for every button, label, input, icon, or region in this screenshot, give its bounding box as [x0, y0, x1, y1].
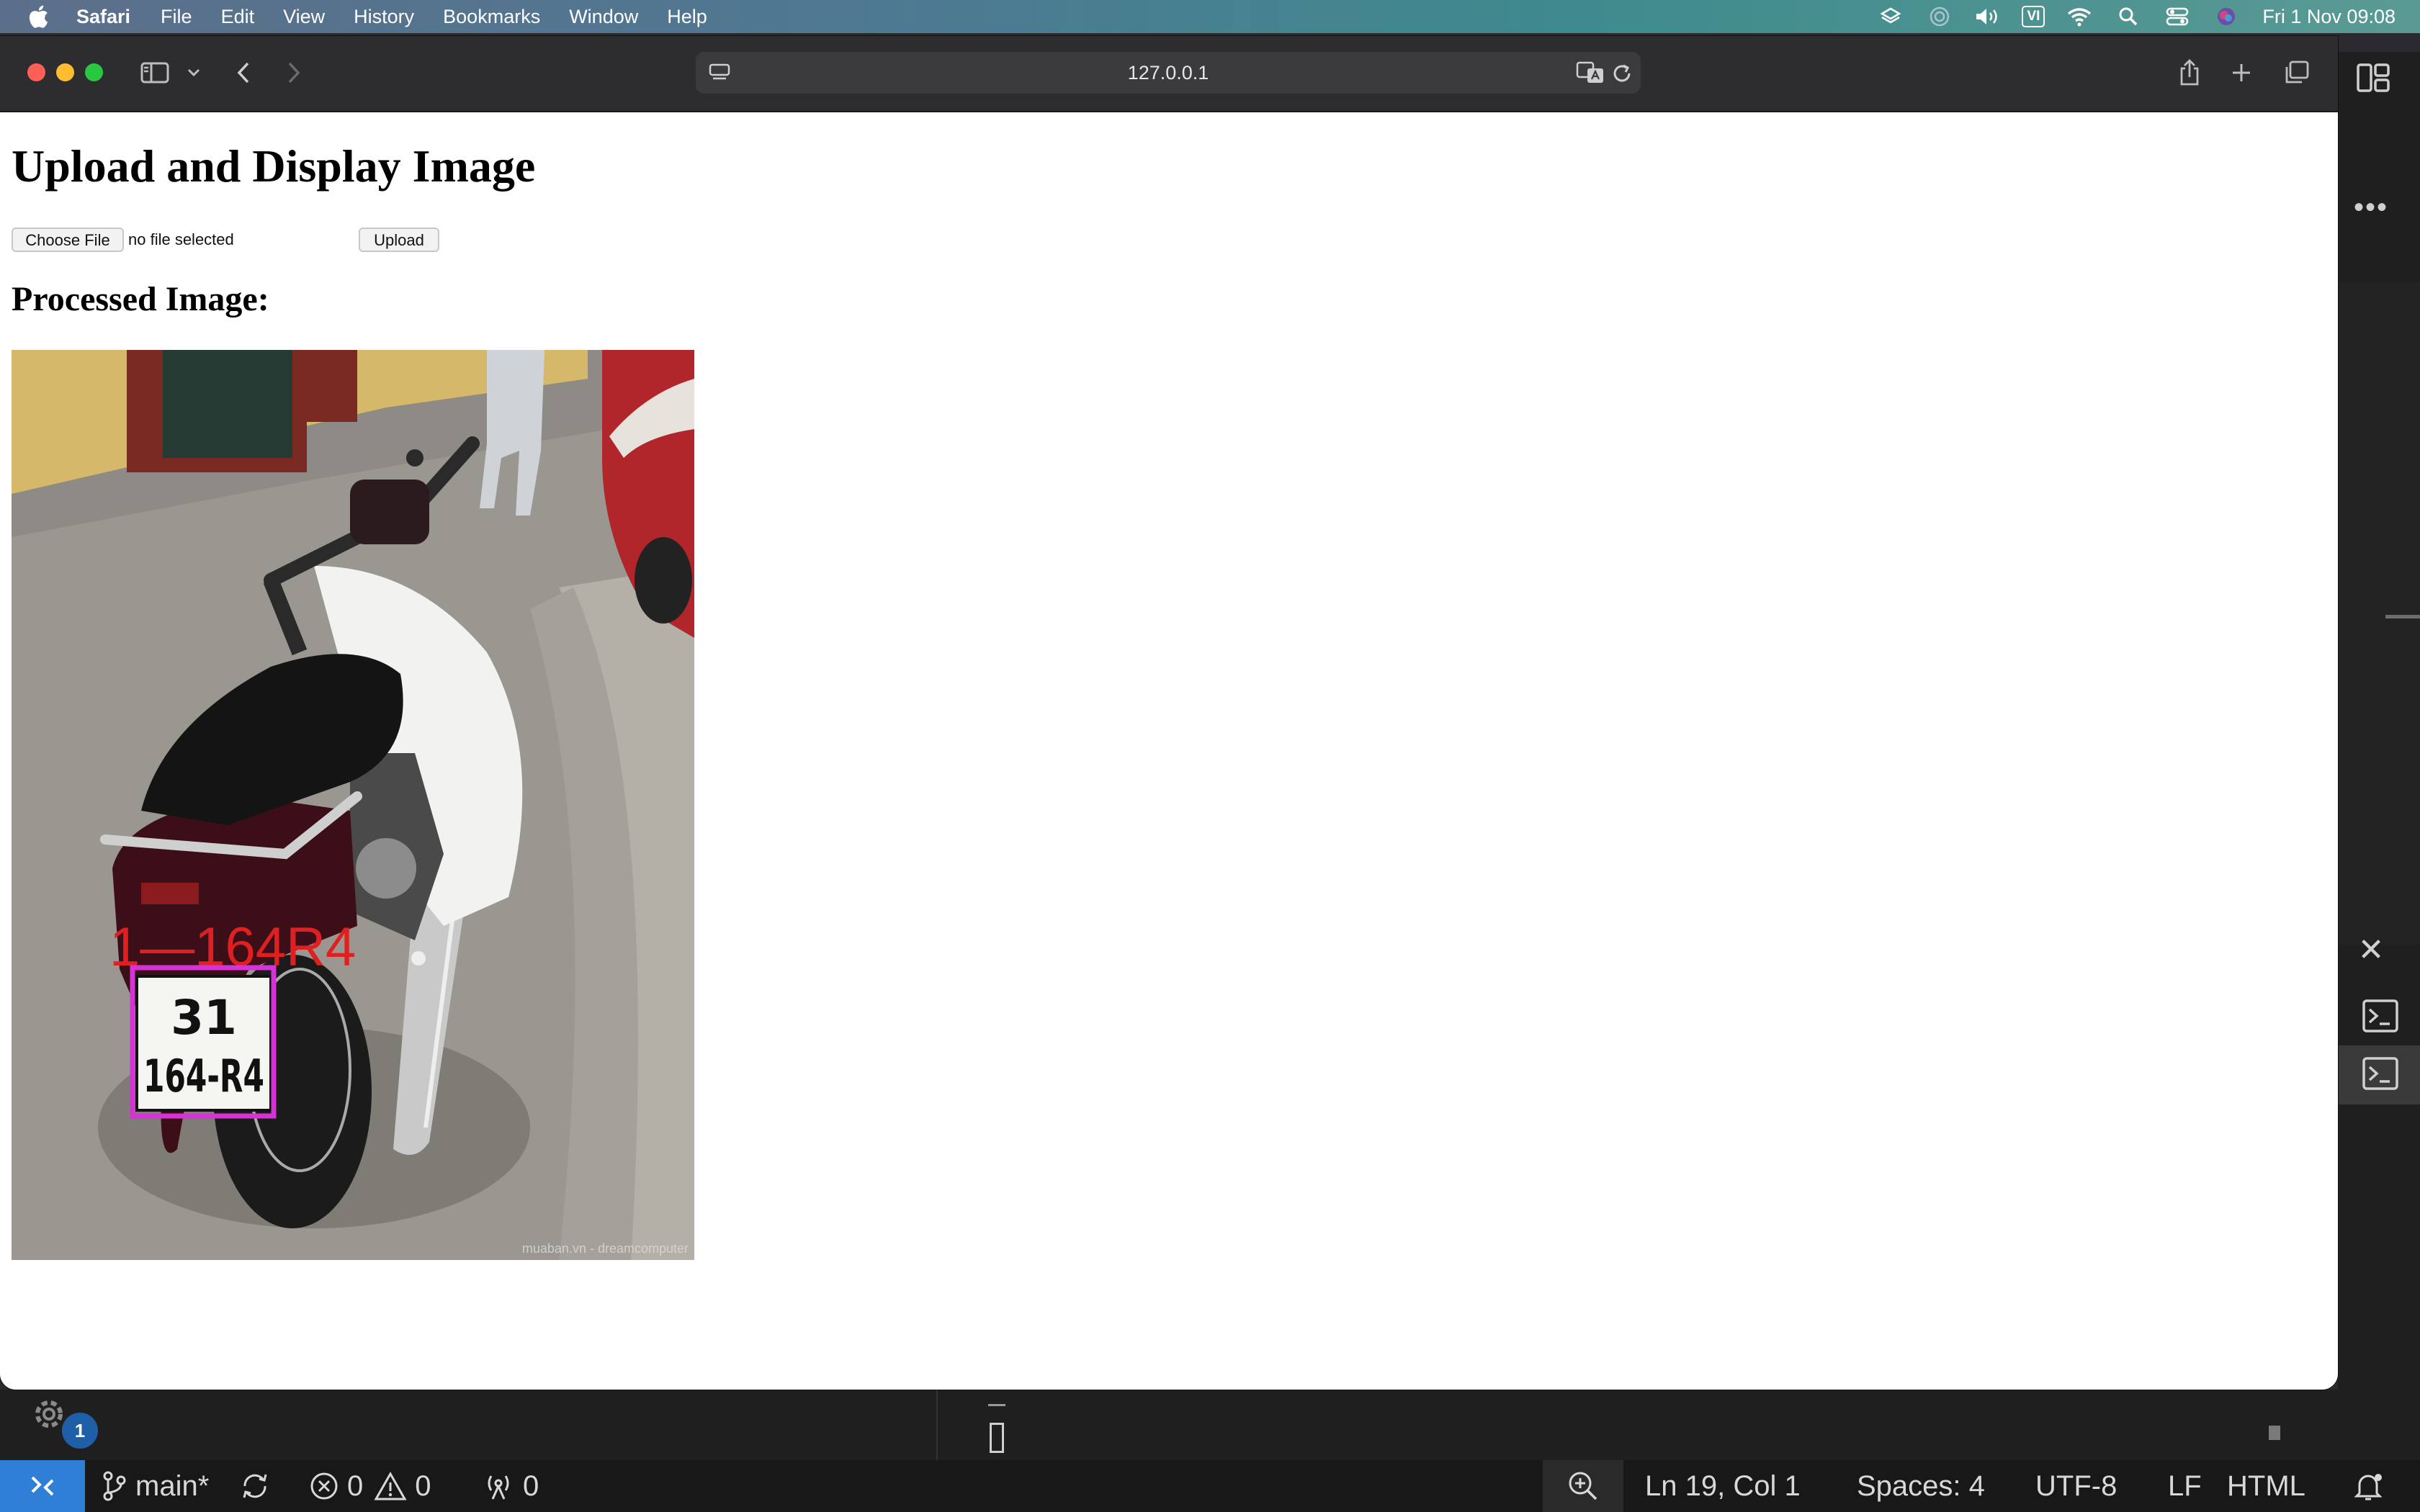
tab-overview-icon[interactable] — [2280, 55, 2312, 91]
error-count: 0 — [347, 1470, 364, 1502]
window-close-button[interactable] — [27, 63, 45, 81]
ports-status[interactable]: 0 — [481, 1460, 539, 1512]
error-icon — [310, 1472, 338, 1500]
input-source-indicator[interactable]: VI — [2022, 6, 2045, 27]
plate-line-1: 31 — [171, 990, 237, 1045]
menu-view[interactable]: View — [283, 6, 325, 28]
file-status-text: no file selected — [128, 230, 234, 248]
sidebar-toggle-icon[interactable] — [137, 55, 173, 91]
close-panel-icon[interactable]: ✕ — [2349, 929, 2393, 972]
control-center-icon[interactable] — [2163, 6, 2192, 27]
spotlight-search-icon[interactable] — [2114, 6, 2143, 27]
volume-icon[interactable] — [1974, 6, 2003, 27]
layout-panels-icon[interactable] — [2355, 62, 2391, 94]
branch-name: main* — [135, 1470, 210, 1502]
safari-window: 127.0.0.1 Upload and Display Image Choos… — [0, 36, 2338, 1390]
terminal-icon[interactable] — [2349, 995, 2407, 1038]
sync-icon — [243, 1474, 267, 1498]
git-branch-icon — [103, 1471, 126, 1501]
bell-icon — [2354, 1474, 2383, 1500]
back-arrow-icon[interactable] — [229, 55, 258, 91]
remote-icon — [31, 1476, 54, 1496]
warning-icon — [374, 1471, 407, 1500]
editor-side-panel: ••• ✕ — [2338, 52, 2420, 1463]
processed-image: 1—164R4 31 164-R4 muaban.vn - dreamcompu… — [12, 350, 694, 1260]
upload-button[interactable]: Upload — [359, 228, 439, 252]
address-bar[interactable]: 127.0.0.1 — [696, 52, 1641, 94]
language-mode[interactable]: HTML — [2227, 1460, 2305, 1512]
branch-status[interactable]: main* — [99, 1460, 209, 1512]
window-minimize-button[interactable] — [56, 63, 74, 81]
menu-bar-clock[interactable]: Fri 1 Nov 09:08 — [2262, 6, 2396, 28]
new-tab-icon[interactable] — [2227, 55, 2256, 91]
ports-count: 0 — [523, 1470, 539, 1502]
share-icon[interactable] — [2175, 55, 2204, 91]
translate-icon[interactable] — [1576, 60, 1606, 85]
menu-history[interactable]: History — [354, 6, 414, 28]
processed-image-canvas: 1—164R4 31 164-R4 muaban.vn - dreamcompu… — [12, 350, 694, 1260]
wifi-icon[interactable] — [2065, 6, 2094, 27]
forward-arrow-icon[interactable] — [279, 55, 308, 91]
notifications-button[interactable] — [2351, 1460, 2393, 1512]
browser-toolbar: 127.0.0.1 — [0, 36, 2338, 112]
notification-badge: 1 — [62, 1413, 98, 1449]
editor-minimap[interactable] — [2338, 282, 2420, 945]
remote-indicator[interactable] — [0, 1460, 85, 1512]
layers-icon[interactable] — [1876, 6, 1905, 27]
panel-divider — [936, 1390, 938, 1460]
plate-line-2: 164-R4 — [143, 1050, 264, 1102]
cursor-position[interactable]: Ln 19, Col 1 — [1645, 1460, 1801, 1512]
encoding-setting[interactable]: UTF-8 — [2035, 1460, 2117, 1512]
broadcast-icon — [488, 1475, 509, 1500]
airdrop-icon[interactable] — [1925, 6, 1954, 27]
choose-file-button[interactable]: Choose File — [12, 228, 124, 252]
reload-icon[interactable] — [1610, 62, 1634, 85]
window-zoom-button[interactable] — [85, 63, 103, 81]
editor-bottom-panel: 1 — [0, 1390, 2420, 1460]
apple-menu-icon[interactable] — [27, 4, 49, 29]
menu-bookmarks[interactable]: Bookmarks — [443, 6, 540, 28]
scrollbar-thumb[interactable] — [2385, 615, 2420, 618]
indentation-setting[interactable]: Spaces: 4 — [1857, 1460, 1985, 1512]
sync-button[interactable] — [238, 1460, 279, 1512]
menu-help[interactable]: Help — [667, 6, 707, 28]
terminal-line — [988, 1404, 1005, 1406]
page-title: Upload and Display Image — [12, 140, 536, 192]
menu-file[interactable]: File — [161, 6, 192, 28]
siri-icon[interactable] — [2212, 6, 2241, 27]
terminal-tab-active[interactable] — [2338, 1045, 2420, 1104]
status-bar: main* 0 0 0 Ln 19, Col 1 Spaces: 4 UTF-8… — [0, 1460, 2420, 1512]
eol-setting[interactable]: LF — [2168, 1460, 2202, 1512]
terminal-icon — [2362, 1057, 2398, 1090]
more-actions-icon[interactable]: ••• — [2354, 192, 2388, 224]
problems-status[interactable]: 0 0 — [308, 1460, 431, 1512]
result-heading: Processed Image: — [12, 280, 269, 318]
menu-edit[interactable]: Edit — [221, 6, 255, 28]
menu-window[interactable]: Window — [569, 6, 638, 28]
sidebar-menu-chevron-icon[interactable] — [183, 55, 205, 91]
menu-app-safari[interactable]: Safari — [76, 6, 130, 28]
url-text: 127.0.0.1 — [1127, 62, 1209, 84]
scroll-indicator — [2269, 1426, 2280, 1440]
terminal-cursor — [990, 1423, 1004, 1453]
zoom-button[interactable] — [1543, 1460, 1623, 1512]
warning-count: 0 — [415, 1470, 431, 1502]
menu-bar: Safari File Edit View History Bookmarks … — [0, 0, 2420, 33]
web-page-content: Upload and Display Image Choose File no … — [0, 112, 2338, 1390]
zoom-in-icon — [1569, 1472, 1597, 1500]
image-watermark: muaban.vn - dreamcomputer — [522, 1241, 689, 1256]
